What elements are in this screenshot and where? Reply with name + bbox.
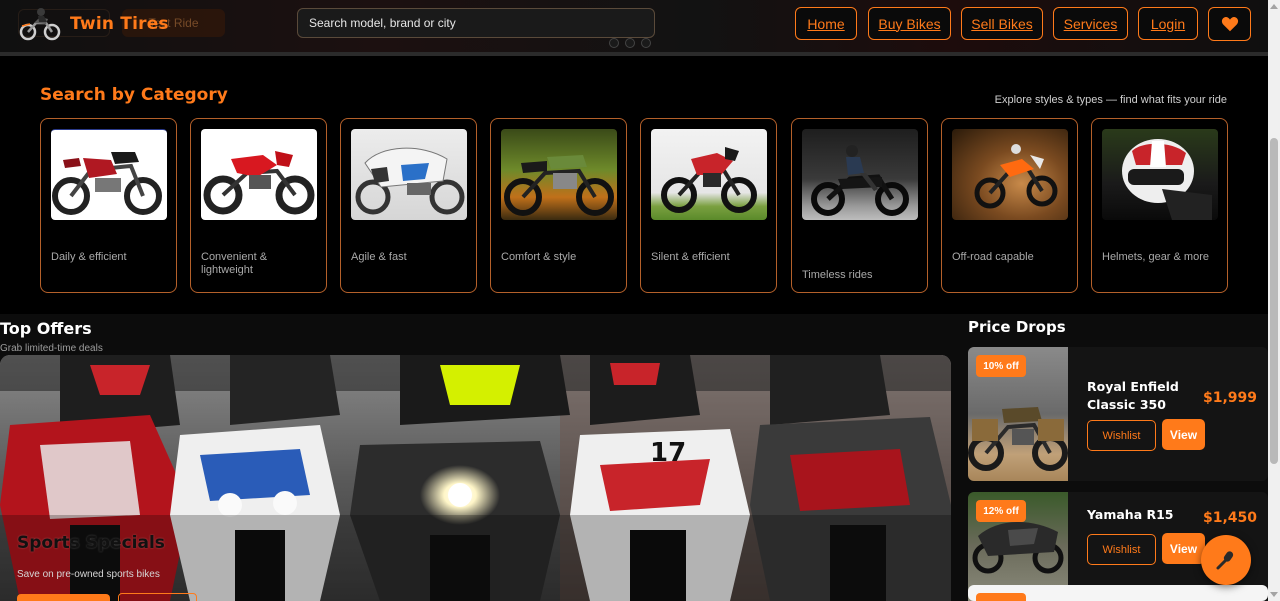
discount-badge xyxy=(976,593,1026,601)
carousel-dot[interactable] xyxy=(641,38,651,48)
view-button[interactable]: View xyxy=(1162,533,1205,564)
carousel-dot[interactable] xyxy=(609,38,619,48)
category-image xyxy=(351,129,467,220)
microphone-icon xyxy=(1216,551,1234,570)
category-image xyxy=(51,129,167,220)
offers-banner[interactable]: 17 xyxy=(0,355,951,601)
wishlist-button[interactable]: Wishlist xyxy=(1087,534,1156,565)
offers-subtitle: Grab limited-time deals xyxy=(0,343,103,354)
logo[interactable]: Twin Tires xyxy=(18,6,169,42)
category-section: Search by Category Explore styles & type… xyxy=(0,56,1268,314)
hero-carousel-dots xyxy=(609,38,651,48)
price-drop-card[interactable] xyxy=(968,585,1268,601)
category-card[interactable]: Silent & efficient xyxy=(640,118,777,293)
price-drops-title: Price Drops xyxy=(968,318,1066,336)
category-description: Silent & efficient xyxy=(651,251,730,263)
scroll-up-arrow-icon[interactable] xyxy=(1270,4,1278,9)
category-image xyxy=(201,129,317,220)
banner-subtitle: Save on pre-owned sports bikes xyxy=(17,569,160,580)
page-scrollbar[interactable] xyxy=(1268,0,1280,601)
view-button[interactable]: View xyxy=(1162,419,1205,450)
search-input[interactable] xyxy=(297,8,655,38)
category-subtitle: Explore styles & types — find what fits … xyxy=(994,94,1227,106)
category-card[interactable]: Convenient & lightweight xyxy=(190,118,327,293)
category-image xyxy=(952,129,1068,220)
wishlist-button[interactable] xyxy=(1208,7,1251,41)
heart-icon xyxy=(1221,17,1238,32)
category-description: Comfort & style xyxy=(501,251,577,263)
category-card[interactable]: Off-road capable xyxy=(941,118,1078,293)
nav-home-link[interactable]: Home xyxy=(795,7,857,40)
wishlist-button[interactable]: Wishlist xyxy=(1087,420,1156,451)
voice-search-button[interactable] xyxy=(1201,535,1251,585)
category-description: Daily & efficient xyxy=(51,251,127,263)
bike-price: $1,450 xyxy=(1202,510,1257,526)
bike-image: 10% off xyxy=(968,347,1068,481)
banner-secondary-button[interactable] xyxy=(118,593,197,601)
category-card[interactable]: Helmets, gear & more xyxy=(1091,118,1228,293)
motorcycle-rider-icon xyxy=(19,8,61,41)
nav-sell-bikes-link[interactable]: Sell Bikes xyxy=(961,7,1043,40)
category-image xyxy=(651,129,767,220)
category-description: Convenient & lightweight xyxy=(201,251,268,276)
scrollbar-thumb[interactable] xyxy=(1270,138,1278,464)
carousel-dot[interactable] xyxy=(625,38,635,48)
nav-buy-bikes-link[interactable]: Buy Bikes xyxy=(868,7,951,40)
category-image xyxy=(501,129,617,220)
category-card[interactable]: Timeless rides xyxy=(791,118,928,293)
bike-price: $1,999 xyxy=(1202,390,1257,406)
discount-badge: 12% off xyxy=(976,500,1026,522)
category-description: Helmets, gear & more xyxy=(1102,251,1209,263)
category-description: Timeless rides xyxy=(802,269,873,281)
price-drop-card[interactable]: 10% off Royal Enfield Classic 350 $1,999… xyxy=(968,347,1268,481)
category-title: Search by Category xyxy=(40,85,228,105)
banner-primary-button[interactable] xyxy=(17,594,110,601)
nav-services-link[interactable]: Services xyxy=(1053,7,1128,40)
bike-name: Royal Enfield Classic 350 xyxy=(1087,379,1179,412)
category-card[interactable]: Comfort & style xyxy=(490,118,627,293)
brand-name: Twin Tires xyxy=(70,14,169,34)
category-image xyxy=(1102,129,1218,220)
scroll-down-arrow-icon[interactable] xyxy=(1270,592,1278,597)
nav-login-link[interactable]: Login xyxy=(1138,7,1198,40)
category-description: Off-road capable xyxy=(952,251,1034,263)
category-image xyxy=(802,129,918,220)
category-description: Agile & fast xyxy=(351,251,407,263)
svg-text:17: 17 xyxy=(650,438,686,468)
category-card[interactable]: Daily & efficient xyxy=(40,118,177,293)
bike-name: Yamaha R15 xyxy=(1087,507,1174,522)
banner-title: Sports Specials xyxy=(17,533,165,553)
category-card[interactable]: Agile & fast xyxy=(340,118,477,293)
discount-badge: 10% off xyxy=(976,355,1026,377)
offers-title: Top Offers xyxy=(0,319,92,338)
sports-bikes-banner-image: 17 xyxy=(0,355,951,601)
